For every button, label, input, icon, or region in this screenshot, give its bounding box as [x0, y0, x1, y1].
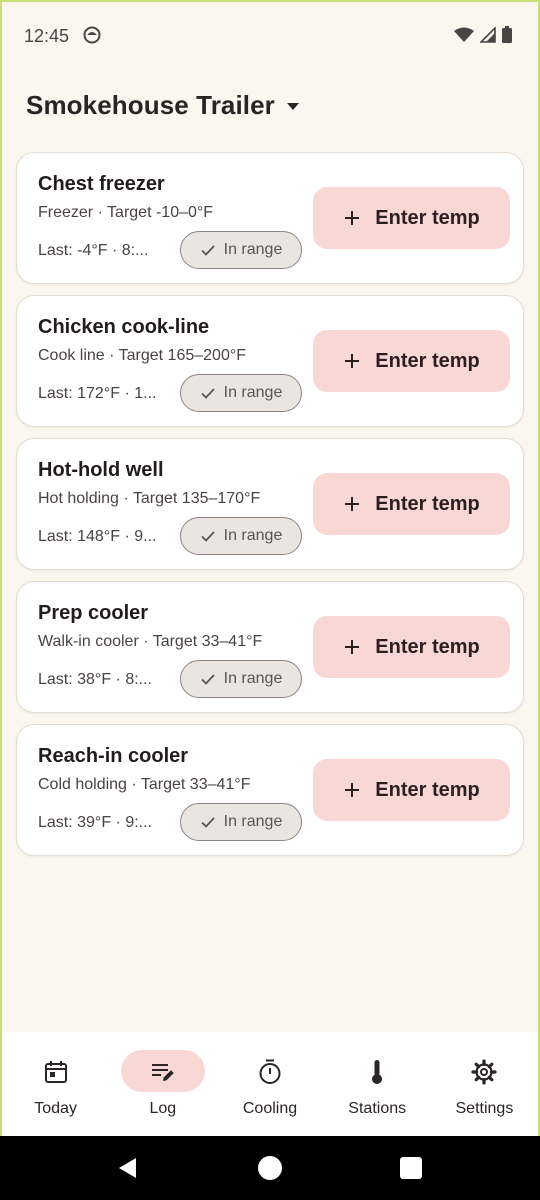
thermometer-icon [372, 1060, 383, 1084]
plus-icon [345, 497, 360, 511]
enter-temp-button[interactable]: Enter temp [313, 330, 510, 392]
status-bar: 12:45 [2, 2, 538, 68]
last-reading: Last: -4°F · 8:... [38, 242, 149, 259]
station-name: Prep cooler [38, 602, 149, 624]
enter-temp-button[interactable]: Enter temp [313, 473, 510, 535]
last-reading: Last: 39°F · 9:... [38, 814, 152, 831]
status-text: In range [223, 384, 283, 401]
timer-icon [259, 1059, 281, 1084]
nav-item-settings[interactable]: Settings [431, 1032, 538, 1136]
signal-icon [480, 26, 496, 43]
enter-temp-label: Enter temp [375, 778, 480, 801]
status-text: In range [223, 241, 283, 258]
status-badge: In range [180, 660, 302, 698]
station-name: Chicken cook-line [38, 316, 210, 338]
battery-icon [502, 26, 512, 43]
check-icon [201, 817, 215, 828]
station-name: Reach-in cooler [38, 745, 189, 767]
enter-temp-button[interactable]: Enter temp [313, 187, 510, 249]
location-selector[interactable]: Smokehouse Trailer [26, 90, 301, 121]
recents-icon[interactable] [400, 1157, 422, 1179]
page-title: Smokehouse Trailer [26, 90, 275, 120]
nav-item-cooling[interactable]: Cooling [216, 1032, 323, 1136]
station-target: Freezer · Target -10–0°F [38, 204, 214, 221]
nav-item-log[interactable]: Log [109, 1032, 216, 1136]
bottom-navigation: Today Log Cooling Stations Settings [2, 1032, 538, 1136]
app-notification-icon [83, 26, 101, 44]
station-target: Cook line · Target 165–200°F [38, 347, 247, 364]
status-badge: In range [180, 803, 302, 841]
status-text: In range [223, 670, 283, 687]
last-reading: Last: 38°F · 8:... [38, 671, 152, 688]
edit-list-icon [151, 1064, 174, 1081]
plus-icon [345, 211, 360, 225]
nav-item-today[interactable]: Today [2, 1032, 109, 1136]
station-card: Chest freezer Freezer · Target -10–0°F L… [16, 152, 524, 284]
station-list: Chest freezer Freezer · Target -10–0°F L… [16, 152, 524, 867]
gear-icon [471, 1059, 498, 1085]
station-name: Hot-hold well [38, 459, 164, 481]
check-icon [201, 531, 215, 542]
enter-temp-label: Enter temp [375, 349, 480, 372]
enter-temp-button[interactable]: Enter temp [313, 616, 510, 678]
station-card: Hot-hold well Hot holding · Target 135–1… [16, 438, 524, 570]
system-nav-bar [0, 1136, 540, 1200]
status-text: In range [223, 527, 283, 544]
last-reading: Last: 148°F · 9... [38, 528, 157, 545]
station-name: Chest freezer [38, 173, 165, 195]
enter-temp-label: Enter temp [375, 492, 480, 515]
app-screen: 12:45 Smokehouse Trailer Chest freezer F… [2, 2, 538, 1136]
last-reading: Last: 172°F · 1... [38, 385, 157, 402]
status-text: In range [223, 813, 283, 830]
nav-label: Today [34, 1100, 77, 1117]
check-icon [201, 388, 215, 399]
check-icon [201, 245, 215, 256]
enter-temp-label: Enter temp [375, 635, 480, 658]
enter-temp-label: Enter temp [375, 206, 480, 229]
enter-temp-button[interactable]: Enter temp [313, 759, 510, 821]
back-icon[interactable] [116, 1156, 140, 1180]
station-target: Cold holding · Target 33–41°F [38, 776, 251, 793]
station-target: Walk-in cooler · Target 33–41°F [38, 633, 263, 650]
dropdown-caret-icon [286, 102, 299, 110]
station-card: Prep cooler Walk-in cooler · Target 33–4… [16, 581, 524, 713]
check-icon [201, 674, 215, 685]
plus-icon [345, 783, 360, 797]
nav-label: Cooling [242, 1100, 298, 1117]
calendar-icon [44, 1061, 67, 1083]
nav-item-stations[interactable]: Stations [324, 1032, 431, 1136]
status-badge: In range [180, 374, 302, 412]
nav-label: Stations [348, 1100, 407, 1117]
nav-label: Log [149, 1100, 177, 1117]
wifi-icon [454, 27, 474, 42]
plus-icon [345, 640, 360, 654]
status-badge: In range [180, 231, 302, 269]
plus-icon [345, 354, 360, 368]
status-icons [454, 26, 512, 43]
station-card: Chicken cook-line Cook line · Target 165… [16, 295, 524, 427]
nav-label: Settings [455, 1100, 514, 1117]
status-badge: In range [180, 517, 302, 555]
home-icon[interactable] [258, 1156, 282, 1180]
status-time: 12:45 [24, 26, 70, 46]
station-card: Reach-in cooler Cold holding · Target 33… [16, 724, 524, 856]
station-target: Hot holding · Target 135–170°F [38, 490, 261, 507]
